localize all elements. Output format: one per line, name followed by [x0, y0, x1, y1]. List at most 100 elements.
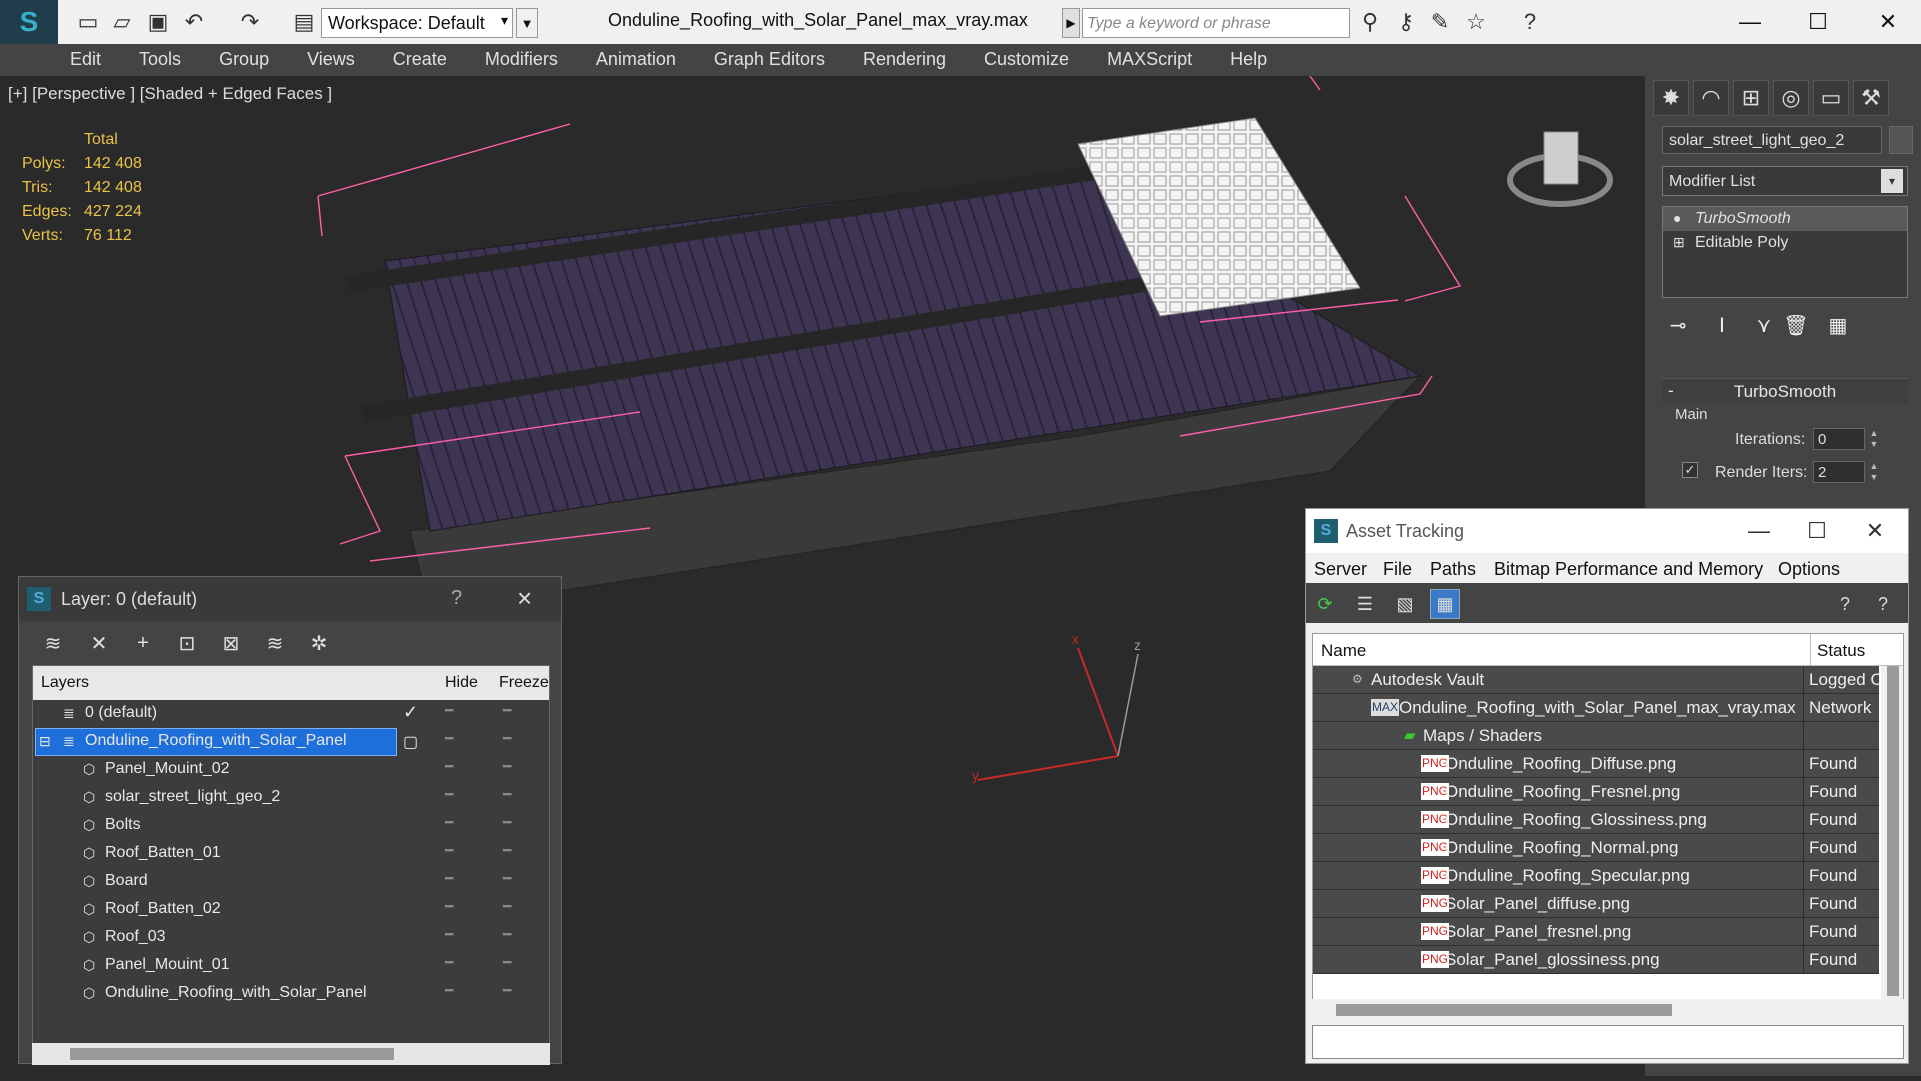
object-row[interactable]: ⬡ Bolts ━ ━	[33, 812, 549, 840]
scrollbar-thumb[interactable]	[70, 1048, 394, 1060]
asset-path-field[interactable]	[1312, 1025, 1904, 1059]
utilities-tab-icon[interactable]: ⚒	[1853, 80, 1889, 116]
menu-tools[interactable]: Tools	[139, 44, 181, 76]
asset-row[interactable]: MAX Onduline_Roofing_with_Solar_Panel_max…	[1313, 694, 1879, 722]
minimize-button[interactable]: —	[1720, 4, 1780, 40]
close-icon[interactable]: ×	[517, 583, 532, 614]
hide-toggle[interactable]: ━	[445, 758, 453, 775]
object-row[interactable]: ⬡ Panel_Mouint_02 ━ ━	[33, 756, 549, 784]
redo-icon[interactable]: ↷	[236, 8, 264, 36]
modify-tab-icon[interactable]: ◠	[1693, 80, 1729, 116]
hide-toggle[interactable]: ━	[445, 842, 453, 859]
freeze-toggle[interactable]: ━	[503, 954, 511, 971]
object-name-field[interactable]: solar_street_light_geo_2	[1662, 126, 1882, 154]
table-view-icon[interactable]: ▦	[1430, 589, 1460, 619]
col-status[interactable]: Status	[1810, 634, 1865, 666]
menu-graph-editors[interactable]: Graph Editors	[714, 44, 825, 76]
freeze-toggle[interactable]: ━	[503, 842, 511, 859]
new-file-icon[interactable]: ▭	[74, 8, 102, 36]
create-tab-icon[interactable]: ✸	[1653, 80, 1689, 116]
binoculars-icon[interactable]: ⚲	[1356, 8, 1384, 36]
workspace-menu-button[interactable]: ▼	[516, 8, 538, 38]
col-hide[interactable]: Hide	[445, 674, 478, 692]
freeze-toggle[interactable]: ━	[503, 730, 511, 747]
asset-row[interactable]: PNG Onduline_Roofing_Glossiness.png Found	[1313, 806, 1879, 834]
menu-group[interactable]: Group	[219, 44, 269, 76]
create-layer-icon[interactable]: ≋	[37, 627, 69, 659]
menu-options[interactable]: Options	[1778, 559, 1840, 580]
lightbulb-icon[interactable]: ●	[1673, 210, 1681, 226]
expand-plus-icon[interactable]: ⊞	[1673, 234, 1685, 251]
object-row[interactable]: ⬡ solar_street_light_geo_2 ━ ━	[33, 784, 549, 812]
show-end-result-icon[interactable]: Ⅰ	[1707, 310, 1737, 340]
object-row[interactable]: ⬡ Panel_Mouint_01 ━ ━	[33, 952, 549, 980]
configure-sets-icon[interactable]: ▦	[1823, 310, 1853, 340]
menu-create[interactable]: Create	[393, 44, 447, 76]
select-layer-icon[interactable]: ⊠	[215, 627, 247, 659]
hide-toggle[interactable]: ━	[445, 898, 453, 915]
asset-row[interactable]: ⚙Autodesk VaultLogged Out	[1313, 666, 1879, 694]
render-iters-spinner-arrows[interactable]: ▲ ▼	[1867, 461, 1881, 483]
layer-row[interactable]: ≣ 0 (default) ✓ ━ ━	[33, 700, 549, 728]
hide-toggle[interactable]: ━	[445, 702, 453, 719]
layer-horizontal-scrollbar[interactable]	[32, 1043, 550, 1065]
freeze-toggle[interactable]: ━	[503, 786, 511, 803]
freeze-toggle[interactable]: ━	[503, 758, 511, 775]
freeze-toggle[interactable]: ━	[503, 982, 511, 999]
star-icon[interactable]: ☆	[1462, 8, 1490, 36]
maximize-button[interactable]: ☐	[1788, 4, 1848, 40]
project-icon[interactable]: ▤	[290, 8, 318, 36]
object-row[interactable]: ⬡ Roof_Batten_02 ━ ━	[33, 896, 549, 924]
asset-row[interactable]: PNG Onduline_Roofing_Diffuse.png Found	[1313, 750, 1879, 778]
hide-toggle[interactable]: ━	[445, 954, 453, 971]
delete-layer-icon[interactable]: ✕	[83, 627, 115, 659]
render-iters-checkbox[interactable]: ✓	[1682, 462, 1698, 478]
object-row[interactable]: ⬡ Roof_03 ━ ━	[33, 924, 549, 952]
motion-tab-icon[interactable]: ◎	[1773, 80, 1809, 116]
menu-animation[interactable]: Animation	[596, 44, 676, 76]
search-input[interactable]: Type a keyword or phrase	[1082, 8, 1350, 38]
menu-file[interactable]: File	[1383, 559, 1412, 580]
hide-toggle[interactable]: ━	[445, 730, 453, 747]
help-icon[interactable]: ?	[451, 587, 462, 610]
current-layer-check-icon[interactable]: ✓	[403, 702, 418, 723]
hierarchy-tab-icon[interactable]: ⊞	[1733, 80, 1769, 116]
col-layers[interactable]: Layers	[41, 674, 89, 692]
minimize-button[interactable]: —	[1734, 515, 1784, 547]
asset-vertical-scrollbar[interactable]	[1881, 666, 1903, 1000]
thumbnail-view-icon[interactable]: ▧	[1390, 589, 1420, 619]
remove-modifier-icon[interactable]: 🗑	[1781, 310, 1811, 340]
layer-settings-icon[interactable]: ✲	[303, 627, 335, 659]
hide-toggle[interactable]: ━	[445, 786, 453, 803]
col-name[interactable]: Name	[1321, 641, 1366, 661]
object-row[interactable]: ⬡ Onduline_Roofing_with_Solar_Panel ━ ━	[33, 980, 549, 1008]
add-to-layer-icon[interactable]: +	[127, 627, 159, 659]
sign-in-icon[interactable]: ✎	[1426, 8, 1454, 36]
asset-row[interactable]: PNG Onduline_Roofing_Normal.png Found	[1313, 834, 1879, 862]
freeze-toggle[interactable]: ━	[503, 814, 511, 831]
freeze-toggle[interactable]: ━	[503, 702, 511, 719]
asset-row[interactable]: PNG Solar_Panel_glossiness.png Found	[1313, 946, 1879, 974]
render-iters-spinner[interactable]: 2	[1813, 461, 1865, 483]
asset-row[interactable]: PNG Solar_Panel_diffuse.png Found	[1313, 890, 1879, 918]
asset-row[interactable]: PNG Onduline_Roofing_Specular.png Found	[1313, 862, 1879, 890]
context-help-icon[interactable]: ?	[1830, 589, 1860, 619]
collapse-icon[interactable]: ⊟	[39, 733, 51, 750]
freeze-toggle[interactable]: ━	[503, 898, 511, 915]
list-view-icon[interactable]: ☰	[1350, 589, 1380, 619]
asset-row[interactable]: PNG Solar_Panel_fresnel.png Found	[1313, 918, 1879, 946]
asset-row[interactable]: ▰ Maps / Shaders	[1313, 722, 1879, 750]
menu-help[interactable]: Help	[1230, 44, 1267, 76]
set-current-layer-icon[interactable]: ≋	[259, 627, 291, 659]
menu-edit[interactable]: Edit	[70, 44, 101, 76]
modifier-list-dropdown[interactable]: Modifier List ▾	[1662, 166, 1908, 196]
menu-maxscript[interactable]: MAXScript	[1107, 44, 1192, 76]
stack-item-turbosmooth[interactable]: ● TurboSmooth	[1663, 207, 1907, 231]
key-icon[interactable]: ⚷	[1392, 8, 1420, 36]
save-icon[interactable]: ▣	[144, 8, 172, 36]
select-objects-icon[interactable]: ⊡	[171, 627, 203, 659]
refresh-icon[interactable]: ⟳	[1310, 589, 1340, 619]
iterations-spinner-arrows[interactable]: ▲ ▼	[1867, 428, 1881, 450]
help-icon[interactable]: ?	[1868, 589, 1898, 619]
layer-row[interactable]: ⊟ ≣ Onduline_Roofing_with_Solar_Panel ▢ ━ ━	[33, 728, 549, 756]
